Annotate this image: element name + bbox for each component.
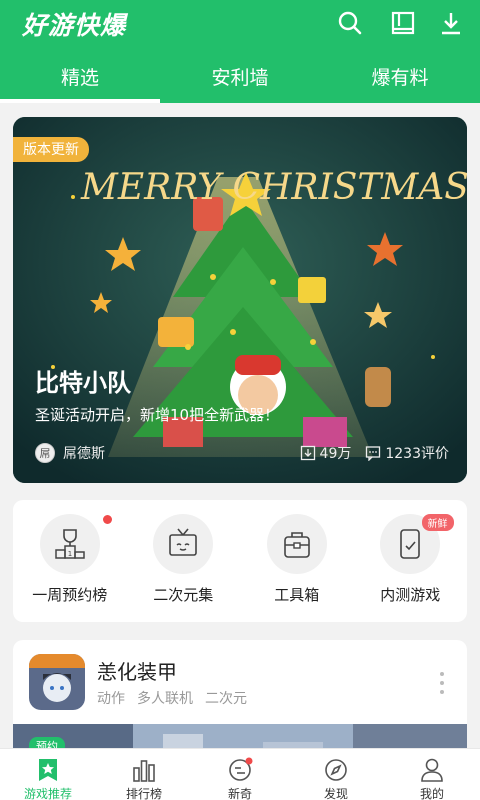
nav-ranking[interactable]: 排行榜 bbox=[96, 749, 192, 800]
banner-meta: 屌 屌德斯 49万 1233评价 bbox=[35, 442, 449, 464]
bar-chart-icon bbox=[133, 760, 155, 782]
book-icon[interactable] bbox=[388, 8, 418, 38]
tv-icon bbox=[153, 514, 214, 574]
banner-artwork: MERRY CHRISTMAS bbox=[13, 117, 467, 483]
game-tag: 动作 bbox=[97, 691, 125, 707]
top-header: 好游快爆 精选 安利墙 爆有料 bbox=[0, 0, 480, 103]
banner-game-title: 比特小队 bbox=[35, 369, 131, 397]
top-tabs: 精选 安利墙 爆有料 bbox=[0, 58, 480, 103]
chat-bubble-icon bbox=[229, 757, 253, 781]
download-icon[interactable] bbox=[436, 8, 466, 38]
author-avatar: 屌 bbox=[35, 443, 55, 463]
author-name: 屌德斯 bbox=[63, 446, 105, 462]
quick-entry-beta-games[interactable]: 新鲜 内测游戏 bbox=[354, 500, 468, 622]
game-tag: 多人联机 bbox=[137, 691, 193, 707]
star-tag-icon bbox=[39, 759, 57, 781]
search-icon[interactable] bbox=[335, 8, 365, 38]
svg-text:1: 1 bbox=[68, 550, 72, 558]
app-logo: 好游快爆 bbox=[22, 11, 127, 40]
version-update-tag: 版本更新 bbox=[13, 137, 89, 162]
quick-entry-toolbox[interactable]: 工具箱 bbox=[240, 500, 354, 622]
comment-count: 1233评价 bbox=[365, 443, 449, 463]
tab-selected[interactable]: 精选 bbox=[0, 58, 160, 103]
bottom-navigation: 游戏推荐 排行榜 新奇 发现 我的 bbox=[0, 748, 480, 800]
download-count-icon bbox=[300, 445, 315, 461]
game-tags: 动作 多人联机 二次元 bbox=[97, 688, 247, 708]
nav-mine[interactable]: 我的 bbox=[384, 749, 480, 800]
nav-game-recommend[interactable]: 游戏推荐 bbox=[0, 749, 96, 800]
more-options-icon[interactable] bbox=[439, 672, 445, 694]
featured-banner[interactable]: MERRY CHRISTMAS 版本更新 比特小队 圣诞活动开启，新增10把全新… bbox=[13, 117, 467, 483]
toolbox-icon bbox=[266, 514, 327, 574]
nav-discover[interactable]: 发现 bbox=[288, 749, 384, 800]
tab-news[interactable]: 爆有料 bbox=[320, 58, 480, 103]
user-icon bbox=[421, 758, 443, 782]
svg-text:MERRY CHRISTMAS: MERRY CHRISTMAS bbox=[80, 167, 467, 208]
trophy-podium-icon: 1 bbox=[39, 514, 100, 574]
download-count: 49万 bbox=[300, 443, 351, 463]
new-badge: 新鲜 bbox=[421, 514, 454, 531]
quick-entry-panel: 1 一周预约榜 二次元集 工具箱 新鲜 内测游戏 bbox=[13, 500, 467, 622]
comment-icon bbox=[366, 446, 381, 461]
quick-entry-weekly-reservation[interactable]: 1 一周预约榜 bbox=[13, 500, 127, 622]
banner-description: 圣诞活动开启，新增10把全新武器！ bbox=[35, 406, 280, 424]
notification-dot bbox=[103, 515, 112, 524]
game-tag: 二次元 bbox=[205, 691, 247, 707]
tab-recommend-wall[interactable]: 安利墙 bbox=[160, 58, 320, 103]
nav-novelty[interactable]: 新奇 bbox=[192, 749, 288, 800]
game-name: 恙化装甲 bbox=[97, 660, 177, 684]
game-app-icon bbox=[29, 654, 85, 710]
compass-icon bbox=[325, 759, 347, 781]
quick-entry-anime-collection[interactable]: 二次元集 bbox=[127, 500, 241, 622]
